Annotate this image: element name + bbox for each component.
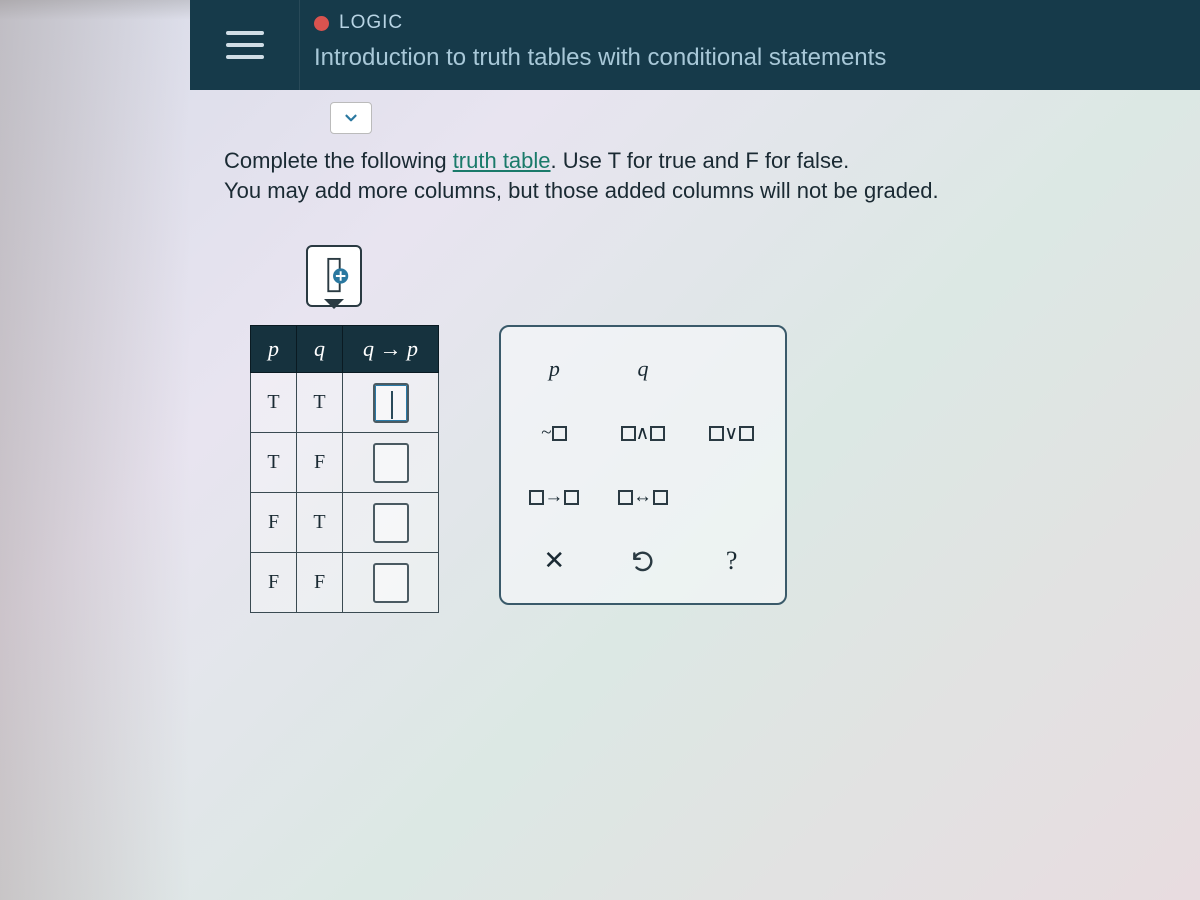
answer-input[interactable] bbox=[373, 563, 409, 603]
palette-help-button[interactable]: ? bbox=[696, 535, 767, 587]
instructions-text: Complete the following truth table. Use … bbox=[224, 146, 1160, 205]
lesson-title: Introduction to truth tables with condit… bbox=[314, 44, 886, 72]
palette-not-button[interactable]: ~ bbox=[519, 407, 590, 459]
palette-or-button[interactable]: ∨ bbox=[696, 407, 767, 459]
table-row: TF bbox=[251, 433, 439, 493]
col-header-q: q bbox=[297, 326, 343, 373]
cell-p: F bbox=[251, 493, 297, 553]
palette-q-button[interactable]: q bbox=[608, 343, 679, 395]
palette-implies-button[interactable]: → bbox=[519, 471, 590, 523]
palette-iff-button[interactable]: ↔ bbox=[608, 471, 679, 523]
palette-and-button[interactable]: ∧ bbox=[608, 407, 679, 459]
answer-input[interactable] bbox=[373, 383, 409, 423]
symbol-palette: p q ~ ∧ ∨ → ↔ ✕ bbox=[499, 325, 787, 605]
cell-answer bbox=[343, 433, 439, 493]
truth-table: p q q → p TTTFFTFF bbox=[250, 325, 439, 613]
cell-p: T bbox=[251, 433, 297, 493]
cell-p: F bbox=[251, 553, 297, 613]
cell-answer bbox=[343, 553, 439, 613]
add-column-button[interactable] bbox=[306, 245, 362, 307]
table-row: FT bbox=[251, 493, 439, 553]
cell-q: F bbox=[297, 553, 343, 613]
add-column-icon bbox=[319, 257, 349, 295]
palette-undo-button[interactable] bbox=[608, 535, 679, 587]
col-header-p: p bbox=[251, 326, 297, 373]
answer-input[interactable] bbox=[373, 503, 409, 543]
cell-p: T bbox=[251, 373, 297, 433]
cell-answer bbox=[343, 373, 439, 433]
undo-icon bbox=[630, 548, 656, 574]
col-header-expr: q → p bbox=[343, 326, 439, 373]
palette-clear-button[interactable]: ✕ bbox=[519, 535, 590, 587]
answer-input[interactable] bbox=[373, 443, 409, 483]
category-dot-icon bbox=[314, 16, 329, 31]
lesson-header: LOGIC Introduction to truth tables with … bbox=[190, 0, 1200, 90]
cell-q: F bbox=[297, 433, 343, 493]
truth-table-link[interactable]: truth table bbox=[453, 148, 551, 173]
category-label: LOGIC bbox=[339, 12, 403, 34]
cell-answer bbox=[343, 493, 439, 553]
table-row: FF bbox=[251, 553, 439, 613]
table-row: TT bbox=[251, 373, 439, 433]
menu-hamburger-icon[interactable] bbox=[226, 31, 264, 59]
cell-q: T bbox=[297, 373, 343, 433]
chevron-down-icon bbox=[342, 109, 360, 127]
expand-chevron-button[interactable] bbox=[330, 102, 372, 134]
cell-q: T bbox=[297, 493, 343, 553]
palette-p-button[interactable]: p bbox=[519, 343, 590, 395]
